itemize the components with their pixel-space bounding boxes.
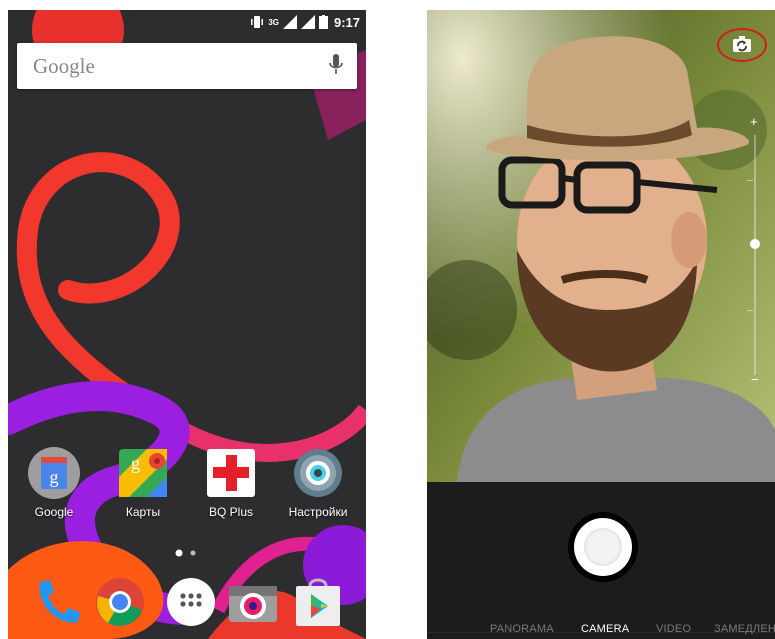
zoom-out-label[interactable]: −	[751, 372, 759, 387]
mic-icon[interactable]	[329, 54, 343, 76]
camera-viewfinder[interactable]	[427, 10, 775, 482]
battery-icon	[319, 15, 328, 29]
clock: 9:17	[333, 15, 360, 30]
zoom-knob[interactable]	[750, 239, 760, 249]
zoom-slider[interactable]	[754, 135, 756, 375]
app-label: BQ Plus	[208, 505, 253, 519]
svg-text:g: g	[131, 453, 140, 473]
mode-slow-motion[interactable]: ЗАМЕДЛЕН	[714, 623, 775, 635]
app-label: Google	[34, 505, 74, 519]
mode-panorama[interactable]: PANORAMA	[490, 623, 554, 635]
camera-app-icon[interactable]	[227, 576, 279, 628]
switch-camera-icon[interactable]	[733, 36, 751, 52]
status-bar: 3G 9:17	[8, 10, 366, 34]
app-drawer-icon[interactable]	[165, 576, 217, 628]
camera-controls	[427, 482, 775, 639]
phone-icon[interactable]	[30, 576, 82, 628]
app-label: Карты	[125, 505, 161, 519]
shutter-button[interactable]	[568, 512, 638, 582]
home-screen: 3G 9:17 Google g Google g Карты BQ Plus …	[8, 10, 366, 639]
google-logo: Google	[33, 54, 95, 78]
maps-icon: g	[117, 447, 169, 499]
zoom-in-label[interactable]: +	[750, 114, 758, 129]
shutter-ring	[574, 518, 632, 576]
app-bq-plus[interactable]: BQ Plus	[191, 447, 271, 519]
wallpaper	[8, 10, 366, 639]
mode-video[interactable]: VIDEO	[656, 623, 691, 635]
page-indicator	[175, 549, 196, 557]
switch-camera-highlight[interactable]	[717, 28, 767, 62]
bq-plus-icon	[205, 447, 257, 499]
network-type: 3G	[268, 17, 279, 27]
zoom-tick	[747, 180, 753, 181]
svg-text:g: g	[50, 467, 59, 487]
app-label: Настройки	[288, 505, 348, 519]
play-store-icon[interactable]	[292, 576, 344, 628]
google-search-bar[interactable]: Google	[17, 43, 357, 89]
app-google[interactable]: g Google	[14, 447, 94, 519]
app-settings[interactable]: Настройки	[278, 447, 358, 519]
shutter-core	[584, 528, 622, 566]
signal-icon	[283, 15, 297, 29]
vibrate-icon	[251, 16, 264, 28]
app-maps[interactable]: g Карты	[103, 447, 183, 519]
google-app-icon: g	[28, 447, 80, 499]
chrome-icon[interactable]	[94, 576, 146, 628]
signal-icon-2	[301, 15, 315, 29]
zoom-tick	[747, 310, 753, 311]
mode-camera[interactable]: CAMERA	[581, 623, 629, 635]
camera-screen: + − PANORAMA CAMERA VIDEO ЗАМЕДЛЕН	[427, 10, 775, 639]
settings-icon	[292, 447, 344, 499]
